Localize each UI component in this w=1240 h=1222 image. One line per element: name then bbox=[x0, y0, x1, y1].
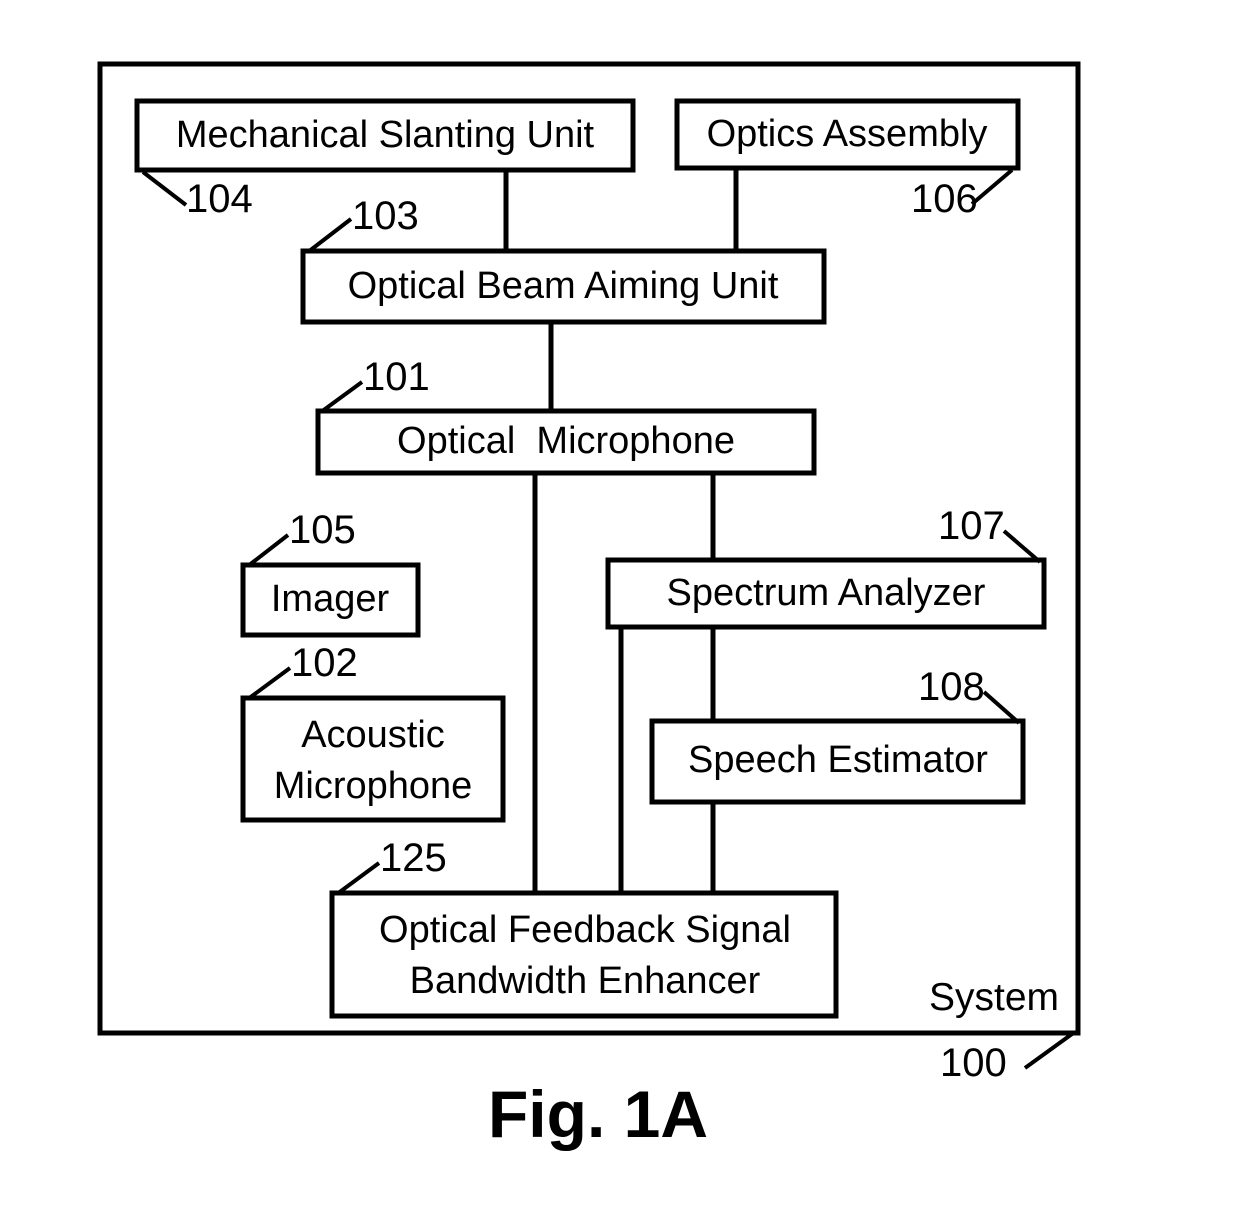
ref-103-leader-line bbox=[306, 217, 353, 254]
block-acoustic-microphone-label-line2: Microphone bbox=[274, 765, 473, 807]
ref-callout-104: 104 bbox=[141, 170, 253, 221]
patent-figure-1a: Mechanical Slanting Unit 104 Optics Asse… bbox=[0, 0, 1240, 1222]
block-acoustic-microphone-label-line1: Acoustic bbox=[301, 714, 445, 756]
ref-callout-103: 103 bbox=[306, 194, 419, 254]
block-spectrum-analyzer-label: Spectrum Analyzer bbox=[667, 572, 986, 614]
ref-callout-125: 125 bbox=[335, 836, 447, 896]
ref-callout-102: 102 bbox=[246, 641, 358, 701]
ref-125-number: 125 bbox=[380, 836, 447, 880]
block-imager-label: Imager bbox=[271, 578, 390, 620]
ref-125-leader-line bbox=[335, 861, 381, 896]
ref-callout-105: 105 bbox=[246, 508, 356, 568]
system-label-text: System bbox=[929, 976, 1059, 1019]
ref-callout-107: 107 bbox=[938, 504, 1042, 564]
block-spectrum-analyzer[interactable]: Spectrum Analyzer bbox=[605, 557, 1047, 630]
block-optical-beam-aiming-unit-label: Optical Beam Aiming Unit bbox=[348, 265, 779, 307]
block-optical-microphone-label: Optical Microphone bbox=[397, 420, 735, 462]
block-imager[interactable]: Imager bbox=[240, 562, 421, 638]
ref-108-number: 108 bbox=[918, 665, 985, 709]
block-mechanical-slanting-unit-label: Mechanical Slanting Unit bbox=[176, 114, 595, 156]
block-optical-feedback-signal-bandwidth-enhancer-label-line1: Optical Feedback Signal bbox=[379, 909, 791, 951]
ref-100-leader-line bbox=[1023, 1032, 1074, 1070]
block-speech-estimator[interactable]: Speech Estimator bbox=[649, 718, 1026, 805]
figure-caption: Fig. 1A bbox=[488, 1077, 708, 1151]
block-optics-assembly[interactable]: Optics Assembly bbox=[674, 98, 1021, 171]
ref-105-number: 105 bbox=[289, 508, 356, 552]
block-optical-feedback-signal-bandwidth-enhancer-label-line2: Bandwidth Enhancer bbox=[410, 960, 761, 1002]
ref-callout-100: 100 bbox=[940, 1032, 1074, 1085]
ref-106-number: 106 bbox=[911, 177, 978, 221]
ref-102-leader-line bbox=[246, 666, 292, 701]
ref-105-leader-line bbox=[246, 533, 290, 568]
ref-107-number: 107 bbox=[938, 504, 1005, 548]
ref-101-number: 101 bbox=[363, 355, 430, 399]
ref-102-number: 102 bbox=[291, 641, 358, 685]
ref-101-leader-line bbox=[319, 380, 364, 414]
block-acoustic-microphone[interactable]: Acoustic Microphone bbox=[240, 695, 506, 823]
ref-104-leader-line bbox=[141, 170, 188, 207]
block-speech-estimator-label: Speech Estimator bbox=[688, 739, 988, 781]
block-optical-feedback-signal-bandwidth-enhancer[interactable]: Optical Feedback Signal Bandwidth Enhanc… bbox=[329, 890, 839, 1019]
ref-108-leader-line bbox=[982, 690, 1021, 725]
system-block-diagram: Mechanical Slanting Unit 104 Optics Asse… bbox=[97, 61, 1081, 1151]
ref-100-number: 100 bbox=[940, 1041, 1007, 1085]
ref-107-leader-line bbox=[1002, 529, 1042, 564]
block-optics-assembly-label: Optics Assembly bbox=[707, 113, 988, 155]
block-optical-microphone[interactable]: Optical Microphone bbox=[315, 408, 817, 476]
ref-callout-106: 106 bbox=[911, 168, 1014, 221]
block-mechanical-slanting-unit[interactable]: Mechanical Slanting Unit bbox=[134, 98, 636, 173]
ref-103-number: 103 bbox=[352, 194, 419, 238]
ref-callout-101: 101 bbox=[319, 355, 430, 414]
ref-106-leader-line bbox=[970, 168, 1014, 206]
block-optical-beam-aiming-unit[interactable]: Optical Beam Aiming Unit bbox=[300, 248, 827, 325]
ref-104-number: 104 bbox=[186, 177, 253, 221]
ref-callout-108: 108 bbox=[918, 665, 1021, 725]
